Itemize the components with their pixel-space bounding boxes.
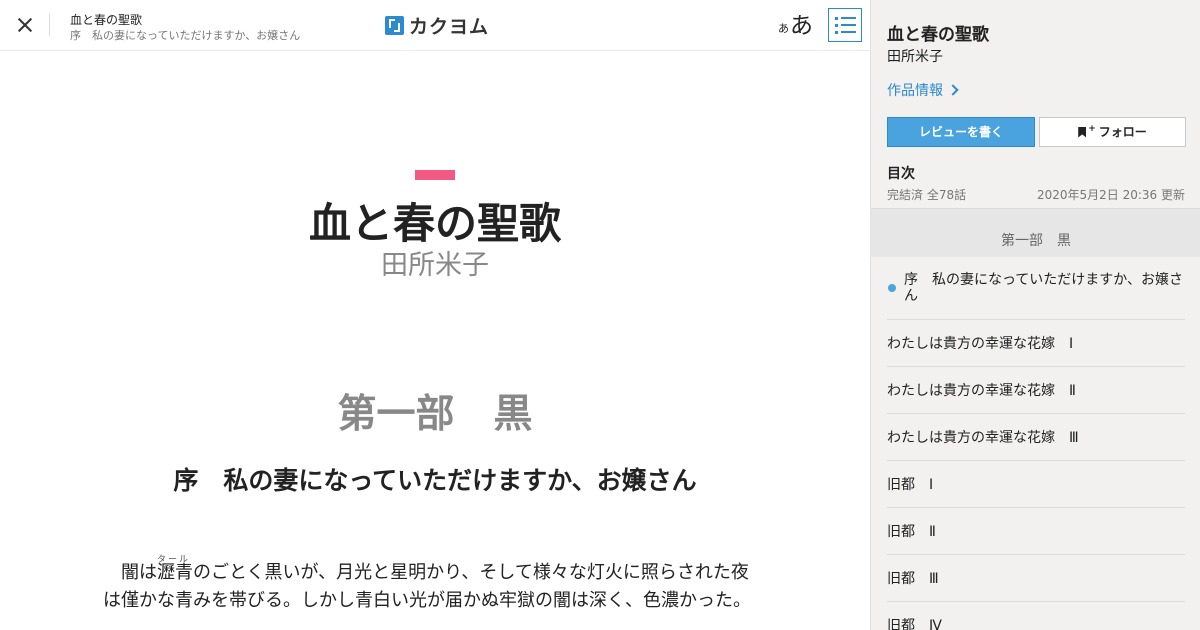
toc-list-line [841,17,856,19]
episode-item[interactable]: わたしは貴方の幸運な花嫁 Ⅲ [887,414,1185,461]
episode-label: わたしは貴方の幸運な花嫁 Ⅰ [887,336,1074,352]
brand-name: カクヨム [409,15,490,38]
toc-side-panel: 血と春の聖歌 田所米子 作品情報 レビューを書く + フォロー 目次 完結済 全7… [870,0,1200,630]
episode-body: 闇は タール 瀝青のごとく黒いが、月光と星明かり、そして様々な灯火に照らされた夜 は… [103,555,763,615]
side-work-title[interactable]: 血と春の聖歌 [887,20,989,45]
last-updated: 2020年5月2日 20:36 更新 [1036,188,1185,202]
close-icon[interactable] [10,10,40,40]
top-work-title[interactable]: 血と春の聖歌 [70,11,142,28]
brand-logo[interactable]: カクヨム [385,13,490,38]
work-author[interactable]: 田所米子 [0,243,870,282]
episode-label: 旧都 Ⅲ [887,571,939,587]
part-title: 第一部 黒 [337,391,533,437]
title-accent-mark [415,170,455,180]
episode-item-current[interactable]: 序 私の妻になっていただけますか、お嬢さん [887,257,1185,320]
font-size-small-glyph: あ [778,22,789,35]
follow-button[interactable]: + フォロー [1039,117,1186,147]
ruby-reading: タール [157,555,191,565]
episode-label: 旧都 Ⅳ [887,618,942,630]
font-size-icon[interactable]: あ あ [778,8,813,40]
follow-label: フォロー [1098,125,1147,139]
current-episode-dot [888,284,896,292]
toc-heading: 目次 [887,166,915,182]
toc-part-header: 第一部 黒 [871,209,1200,257]
body-line: 闇は タール 瀝青のごとく黒いが、月光と星明かり、そして様々な灯火に照らされた夜 [103,555,763,587]
completion-status: 完結済 全78話 [887,188,967,202]
chevron-right-icon [947,84,959,96]
episode-item[interactable]: 旧都 Ⅲ [887,555,1185,602]
toc-list-dot [835,24,838,27]
body-text-segment: 闇は [103,562,157,583]
work-title: 血と春の聖歌 [308,199,561,248]
episode-list: 序 私の妻になっていただけますか、お嬢さん わたしは貴方の幸運な花嫁 Ⅰ わたし… [887,257,1185,630]
top-bar: 血と春の聖歌 序 私の妻になっていただけますか、お嬢さん カクヨム あ あ [0,0,870,51]
toc-list-line [841,31,856,33]
episode-label: 旧都 Ⅰ [887,477,934,493]
toc-list-dot [835,31,838,34]
top-episode-title: 序 私の妻になっていただけますか、お嬢さん [70,29,301,42]
episode-label: わたしは貴方の幸運な花嫁 Ⅱ [887,383,1076,399]
episode-item[interactable]: わたしは貴方の幸運な花嫁 Ⅰ [887,320,1185,367]
episode-label: 序 私の妻になっていただけますか、お嬢さん [904,272,1184,304]
toc-list-dot [835,17,838,20]
work-info-label: 作品情報 [887,83,943,99]
body-line: は僅かな青みを帯びる。しかし青白い光が届かぬ牢獄の闇は深く、色濃かった。 [103,590,751,611]
toc-list-line [841,24,856,26]
bookmark-icon [1078,126,1087,138]
plus-icon: + [1088,124,1096,134]
side-author[interactable]: 田所米子 [887,46,943,66]
ruby-word: タール 瀝青 [157,555,193,587]
write-review-button[interactable]: レビューを書く [887,117,1035,147]
episode-item[interactable]: わたしは貴方の幸運な花嫁 Ⅱ [887,367,1185,414]
episode-title: 序 私の妻になっていただけますか、お嬢さん [173,466,697,495]
toc-list-icon[interactable] [828,8,862,42]
brand-logo-icon [385,15,404,35]
work-info-link[interactable]: 作品情報 [887,80,959,100]
episode-item[interactable]: 旧都 Ⅱ [887,508,1185,555]
font-size-large-glyph: あ [790,13,813,39]
episode-label: わたしは貴方の幸運な花嫁 Ⅲ [887,430,1079,446]
episode-item[interactable]: 旧都 Ⅳ [887,602,1185,630]
reader-area: 血と春の聖歌 序 私の妻になっていただけますか、お嬢さん カクヨム あ あ 血と… [0,0,870,630]
body-text-segment: のごとく黒いが、月光と星明かり、そして様々な灯火に照らされた夜 [193,562,749,583]
top-divider [49,13,50,36]
episode-label: 旧都 Ⅱ [887,524,936,540]
episode-item[interactable]: 旧都 Ⅰ [887,461,1185,508]
